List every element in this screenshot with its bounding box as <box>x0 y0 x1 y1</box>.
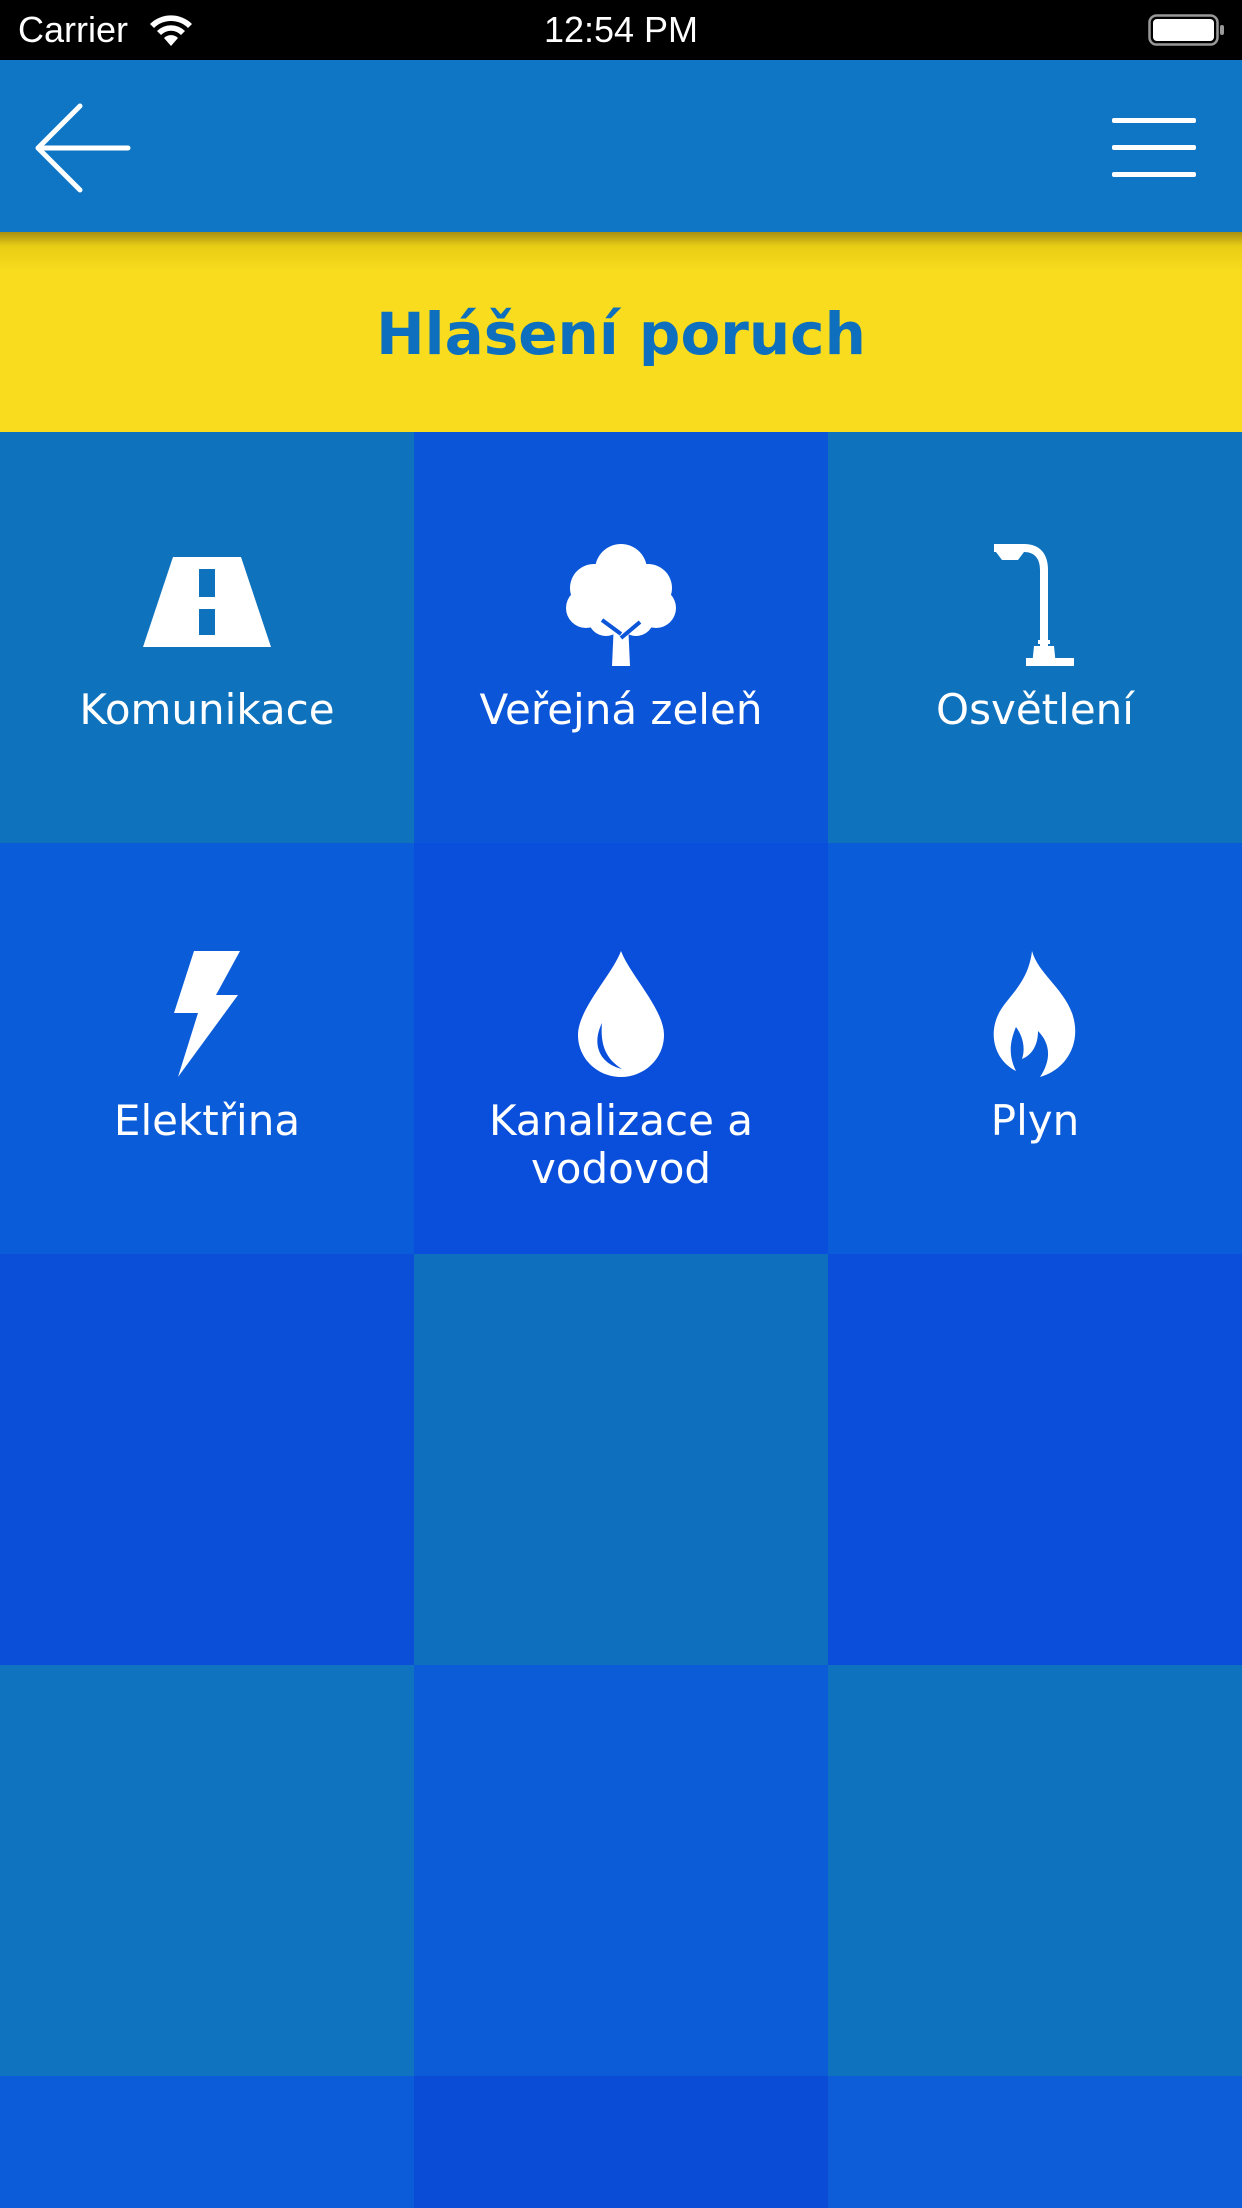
menu-button[interactable] <box>1106 112 1200 184</box>
empty-tile <box>0 2076 414 2208</box>
empty-tile <box>0 1254 414 1665</box>
battery-icon <box>1148 14 1224 46</box>
category-label: Veřejná zeleň <box>479 685 763 734</box>
road-icon <box>143 557 271 647</box>
empty-tile <box>414 1665 828 2076</box>
empty-tile <box>414 1254 828 1665</box>
street-lamp-icon <box>994 544 1074 666</box>
category-label: Elektřina <box>113 1096 301 1145</box>
category-tile-verejna-zelen[interactable]: Veřejná zeleň <box>414 432 828 843</box>
category-tile-osvetleni[interactable]: Osvětlení <box>828 432 1242 843</box>
category-tile-elektrina[interactable]: Elektřina <box>0 843 414 1254</box>
back-arrow-icon <box>35 103 131 193</box>
empty-tile <box>828 1254 1242 1665</box>
category-tile-kanalizace-vodovod[interactable]: Kanalizace a vodovod <box>414 843 828 1254</box>
hamburger-menu-icon <box>1112 118 1196 177</box>
category-tile-plyn[interactable]: Plyn <box>828 843 1242 1254</box>
category-label: Osvětlení <box>936 685 1134 734</box>
flame-icon <box>993 951 1076 1077</box>
category-label: Komunikace <box>79 685 335 734</box>
page-title: Hlášení poruch <box>376 300 866 368</box>
category-label: Kanalizace a <box>488 1096 754 1145</box>
empty-tile <box>828 2076 1242 2208</box>
tree-icon <box>566 544 676 666</box>
empty-tile <box>828 1665 1242 2076</box>
water-drop-icon <box>578 951 664 1077</box>
back-button[interactable] <box>28 98 138 198</box>
lightning-bolt-icon <box>174 951 240 1077</box>
category-grid: Komunikace Veřejná zeleň Osvětlení Elekt… <box>0 432 1242 2208</box>
clock-time: 12:54 PM <box>543 9 699 50</box>
category-label-line2: vodovod <box>530 1144 712 1193</box>
category-label: Plyn <box>990 1096 1080 1145</box>
title-banner: Hlášení poruch <box>0 232 1242 432</box>
nav-bar <box>0 60 1242 232</box>
category-tile-komunikace[interactable]: Komunikace <box>0 432 414 843</box>
empty-tile <box>0 1665 414 2076</box>
empty-tile <box>414 2076 828 2208</box>
status-bar: Carrier 12:54 PM <box>0 0 1242 60</box>
